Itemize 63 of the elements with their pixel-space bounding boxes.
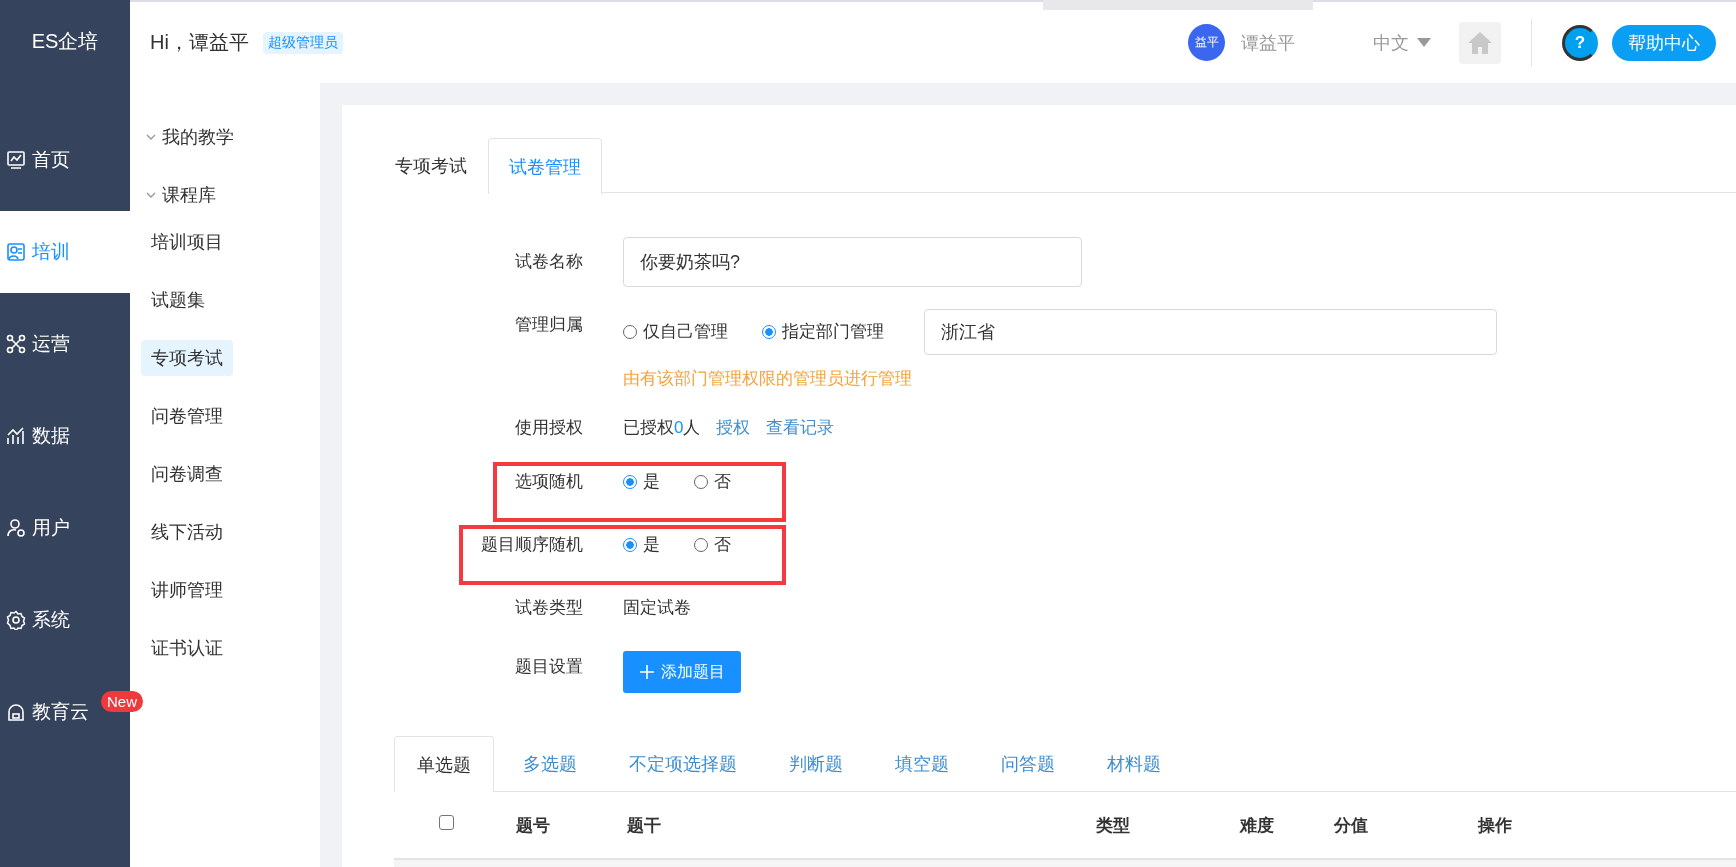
field-label: 使用授权 xyxy=(515,417,583,439)
radio-option[interactable]: 否 xyxy=(694,533,731,557)
nav-item[interactable]: 系统 xyxy=(0,579,130,661)
user-avatar[interactable]: 益平 xyxy=(1188,24,1225,61)
radio-option[interactable]: 是 xyxy=(623,533,660,557)
nav-item[interactable]: 数据 xyxy=(0,395,130,477)
input-field[interactable]: 你要奶茶吗? xyxy=(623,237,1082,287)
menu-item[interactable]: 试题集 xyxy=(141,282,215,318)
bar-chart-icon xyxy=(6,426,26,446)
app-logo[interactable]: ES企培 xyxy=(31,28,99,55)
question-type-tab[interactable]: 单选题 xyxy=(394,736,494,792)
radio-option[interactable]: 否 xyxy=(694,470,731,494)
nav-item[interactable]: 教育云 xyxy=(0,671,100,753)
field-label: 选项随机 xyxy=(515,470,583,494)
home-icon xyxy=(1467,30,1493,55)
field-label: 试卷名称 xyxy=(515,251,583,273)
column-header[interactable]: 操作 xyxy=(1478,813,1736,837)
field-label: 管理归属 xyxy=(515,314,583,336)
column-header[interactable]: 难度 xyxy=(1240,813,1334,837)
menu-item[interactable]: 证书认证 xyxy=(141,630,233,666)
plus-icon xyxy=(639,664,655,680)
field-label: 题目顺序随机 xyxy=(481,533,583,557)
new-badge: New xyxy=(101,691,143,712)
nav-item[interactable]: 运营 xyxy=(0,303,130,385)
radio-button[interactable] xyxy=(623,538,637,552)
caret-icon xyxy=(1417,38,1431,47)
column-header[interactable]: 分值 xyxy=(1334,813,1478,837)
field-value: 固定试卷 xyxy=(623,597,691,619)
menu-item[interactable]: 问卷调查 xyxy=(141,456,233,492)
input-field[interactable]: 浙江省 xyxy=(924,309,1497,355)
hint-text: 由有该部门管理权限的管理员进行管理 xyxy=(623,368,913,390)
menu-group[interactable]: 我的教学 xyxy=(130,108,234,166)
chevron-down-icon xyxy=(146,192,156,198)
link[interactable]: 查看记录 xyxy=(766,416,835,440)
menu-item[interactable]: 线下活动 xyxy=(141,514,233,550)
menu-group[interactable]: 课程库 xyxy=(130,166,216,224)
radio-option[interactable]: 仅自己管理 xyxy=(623,320,728,344)
column-header[interactable]: 题号 xyxy=(516,813,627,837)
greeting: Hi，谭益平 xyxy=(150,30,249,55)
checkbox[interactable] xyxy=(439,815,454,830)
menu-item[interactable]: 讲师管理 xyxy=(141,572,233,608)
radio-button[interactable] xyxy=(623,475,637,489)
user-card-icon xyxy=(6,242,26,262)
field-label: 题目设置 xyxy=(515,656,583,678)
grant-count: 已授权0人 xyxy=(623,417,701,439)
settings-icon xyxy=(6,610,26,630)
column-header[interactable]: 类型 xyxy=(1096,813,1240,837)
radio-option[interactable]: 指定部门管理 xyxy=(762,320,884,344)
link[interactable]: 授权 xyxy=(716,416,751,440)
chart-icon xyxy=(6,150,26,170)
nav-item[interactable]: 用户 xyxy=(0,487,130,569)
radio-button[interactable] xyxy=(762,325,776,339)
column-header[interactable]: 题干 xyxy=(627,813,1096,837)
role-tag: 超级管理员 xyxy=(262,31,343,54)
cloud-home-icon xyxy=(6,702,26,722)
menu-item[interactable]: 培训项目 xyxy=(141,224,233,260)
radio-option[interactable]: 是 xyxy=(623,470,660,494)
chevron-down-icon xyxy=(146,134,156,140)
menu-item[interactable]: 专项考试 xyxy=(141,340,233,376)
nav-item[interactable]: 首页 xyxy=(0,119,130,201)
network-icon xyxy=(6,334,26,354)
field-label: 试卷类型 xyxy=(515,597,583,619)
menu-item[interactable]: 问卷管理 xyxy=(141,398,233,434)
